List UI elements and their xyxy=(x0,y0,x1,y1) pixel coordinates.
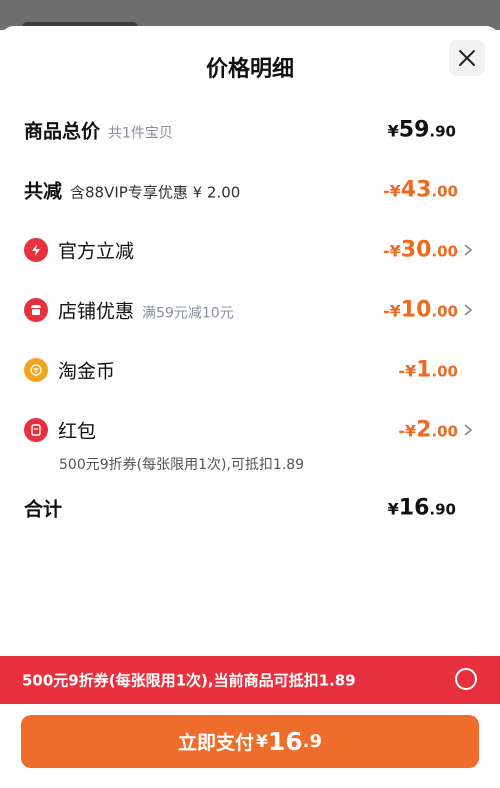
coupon-banner-text: 500元9折券(每张限用1次),当前商品可抵扣1.89 xyxy=(22,671,356,690)
red-envelope-icon xyxy=(24,418,48,442)
discount-amount: -¥10.00 xyxy=(383,297,458,323)
chevron-right-icon xyxy=(464,244,473,256)
pay-button-currency: ¥ xyxy=(256,731,268,752)
sum-row: 合计 ¥16.90 xyxy=(0,488,500,528)
coupon-radio-button[interactable] xyxy=(455,668,477,690)
chevron-right-icon xyxy=(464,424,473,436)
sum-amount: ¥16.90 xyxy=(387,495,456,521)
total-price-label: 商品总价 xyxy=(24,120,101,143)
pay-now-button[interactable]: 立即支付 ¥ 16 .9 xyxy=(21,715,479,768)
sheet-title: 价格明细 xyxy=(205,57,294,82)
vip-discount-note: 含88VIP专享优惠 ¥ 2.00 xyxy=(70,183,241,202)
discount-label: 店铺优惠 xyxy=(58,300,135,323)
discount-row-coins[interactable]: 淘金币 -¥1.00 xyxy=(0,350,500,390)
discount-amount: -¥30.00 xyxy=(383,237,458,263)
pay-button-amount-dec: .9 xyxy=(302,731,323,752)
close-icon xyxy=(459,50,475,66)
discount-amount: -¥2.00 xyxy=(398,417,458,443)
store-icon xyxy=(24,298,48,322)
total-discount-label: 共减 xyxy=(24,180,63,203)
total-price-amount: ¥59.90 xyxy=(387,117,456,143)
close-button[interactable] xyxy=(449,40,485,76)
coupon-banner[interactable]: 500元9折券(每张限用1次),当前商品可抵扣1.89 xyxy=(0,656,500,704)
discount-row-store[interactable]: 店铺优惠 满59元减10元 -¥10.00 xyxy=(0,290,500,330)
store-discount-rule: 满59元减10元 xyxy=(142,305,234,322)
total-price-row: 商品总价 共1件宝贝 ¥59.90 xyxy=(0,110,500,150)
chevron-right-icon xyxy=(464,304,473,316)
discount-label: 淘金币 xyxy=(58,360,116,383)
pay-button-amount-int: 16 xyxy=(267,727,303,756)
discount-row-red-envelope[interactable]: 红包 -¥2.00 xyxy=(0,410,500,450)
pay-button-label: 立即支付 xyxy=(177,732,254,754)
discount-label: 官方立减 xyxy=(58,240,135,263)
total-discount-amount: -¥43.00 xyxy=(383,177,458,203)
discount-amount: -¥1.00 xyxy=(398,357,458,383)
total-discount-row: 共减 含88VIP专享优惠 ¥ 2.00 -¥43.00 xyxy=(0,170,500,210)
coin-icon xyxy=(24,358,48,382)
red-envelope-note: 500元9折券(每张限用1次),可抵扣1.89 xyxy=(59,457,305,473)
item-count: 共1件宝贝 xyxy=(108,125,173,142)
lightning-icon xyxy=(24,238,48,262)
discount-row-official[interactable]: 官方立减 -¥30.00 xyxy=(0,230,500,270)
discount-label: 红包 xyxy=(58,420,97,443)
sum-label: 合计 xyxy=(24,498,63,521)
